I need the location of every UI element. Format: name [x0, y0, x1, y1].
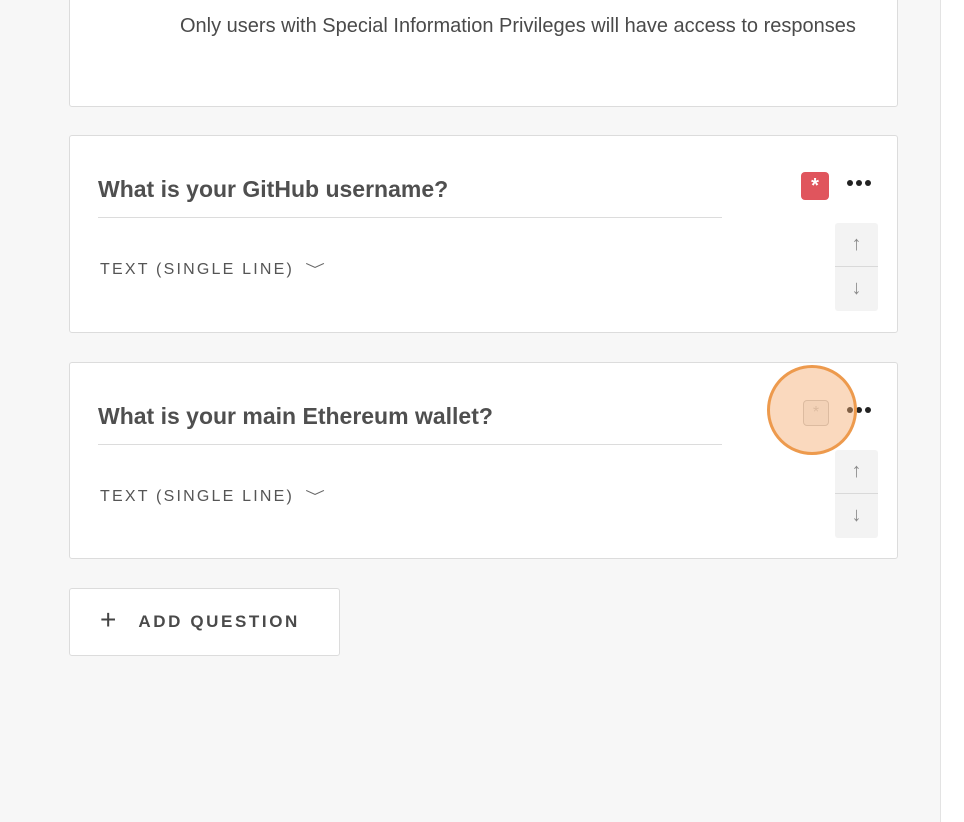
question-type-dropdown[interactable]: TEXT (SINGLE LINE) ﹀	[100, 260, 325, 280]
question-card[interactable]: What is your GitHub username? TEXT (SING…	[69, 135, 898, 333]
question-title[interactable]: What is your GitHub username?	[98, 176, 448, 203]
plus-icon: +	[100, 604, 117, 635]
chevron-down-icon: ﹀	[305, 489, 325, 505]
right-side-panel	[941, 0, 964, 822]
required-toggle-icon[interactable]: *	[801, 172, 829, 200]
question-type-dropdown[interactable]: TEXT (SINGLE LINE) ﹀	[100, 487, 325, 507]
reorder-controls: ↑ ↓	[835, 450, 878, 538]
question-type-label: TEXT (SINGLE LINE)	[100, 488, 295, 505]
move-down-icon[interactable]: ↓	[835, 267, 878, 310]
more-options-icon[interactable]	[844, 399, 874, 421]
dot	[847, 407, 853, 413]
move-up-icon[interactable]: ↑	[835, 223, 878, 266]
add-question-label: ADD QUESTION	[138, 612, 300, 631]
required-toggle-icon[interactable]: *	[803, 400, 829, 426]
question-card[interactable]: What is your main Ethereum wallet? TEXT …	[69, 362, 898, 559]
dot	[865, 180, 871, 186]
chevron-down-icon: ﹀	[305, 262, 325, 278]
dot	[865, 407, 871, 413]
dot	[856, 407, 862, 413]
reorder-controls: ↑ ↓	[835, 223, 878, 311]
dot	[847, 180, 853, 186]
move-up-icon[interactable]: ↑	[835, 450, 878, 493]
move-down-icon[interactable]: ↓	[835, 494, 878, 537]
more-options-icon[interactable]	[844, 172, 874, 194]
add-question-button[interactable]: + ADD QUESTION	[69, 588, 340, 656]
question-title[interactable]: What is your main Ethereum wallet?	[98, 403, 493, 430]
question-title-underline	[98, 444, 722, 445]
privacy-info-card: Only users with Special Information Priv…	[69, 0, 898, 107]
dot	[856, 180, 862, 186]
question-title-underline	[98, 217, 722, 218]
privacy-info-text: Only users with Special Information Priv…	[180, 15, 856, 37]
question-type-label: TEXT (SINGLE LINE)	[100, 261, 295, 278]
